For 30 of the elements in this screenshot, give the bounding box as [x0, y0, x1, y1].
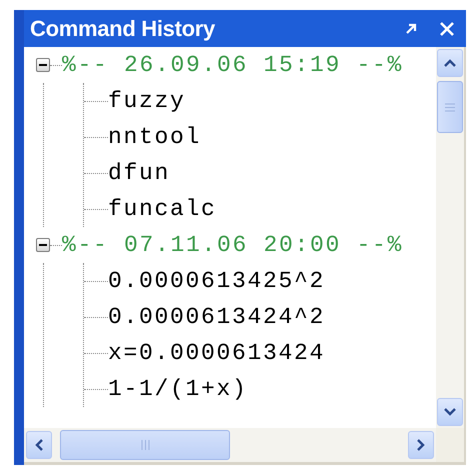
scroll-thumb[interactable] — [60, 430, 230, 460]
history-command[interactable]: fuzzy — [108, 88, 186, 114]
collapse-toggle-icon[interactable] — [36, 238, 50, 252]
horizontal-scrollbar[interactable] — [24, 428, 436, 462]
caret-left-icon — [35, 439, 43, 451]
history-command[interactable]: nntool — [108, 124, 202, 150]
caret-down-icon — [444, 408, 456, 416]
history-command[interactable]: 1-1/(1+x) — [108, 376, 248, 402]
scroll-right-button[interactable] — [408, 431, 434, 459]
grip-icon — [140, 440, 150, 450]
history-command[interactable]: x=0.0000613424 — [108, 340, 326, 366]
scrollbar-corner — [436, 428, 464, 462]
scroll-thumb[interactable] — [437, 81, 463, 133]
scroll-up-button[interactable] — [437, 49, 463, 77]
vertical-scrollbar[interactable] — [436, 47, 464, 428]
caret-right-icon — [417, 439, 425, 451]
history-command[interactable]: 0.0000613424^2 — [108, 304, 326, 330]
history-command[interactable]: funcalc — [108, 196, 217, 222]
close-icon — [439, 20, 455, 36]
session-header[interactable]: %-- 26.09.06 15:19 --% — [62, 52, 404, 78]
session-header[interactable]: %-- 07.11.06 20:00 --% — [62, 232, 404, 258]
diagonal-arrow-icon — [405, 22, 417, 34]
window-title: Command History — [30, 16, 216, 42]
history-command[interactable]: 0.0000613425^2 — [108, 268, 326, 294]
grip-icon — [445, 102, 455, 112]
collapse-toggle-icon[interactable] — [36, 58, 50, 72]
history-command[interactable]: dfun — [108, 160, 170, 186]
caret-up-icon — [444, 59, 456, 67]
scroll-down-button[interactable] — [437, 398, 463, 426]
scroll-left-button[interactable] — [26, 431, 52, 459]
